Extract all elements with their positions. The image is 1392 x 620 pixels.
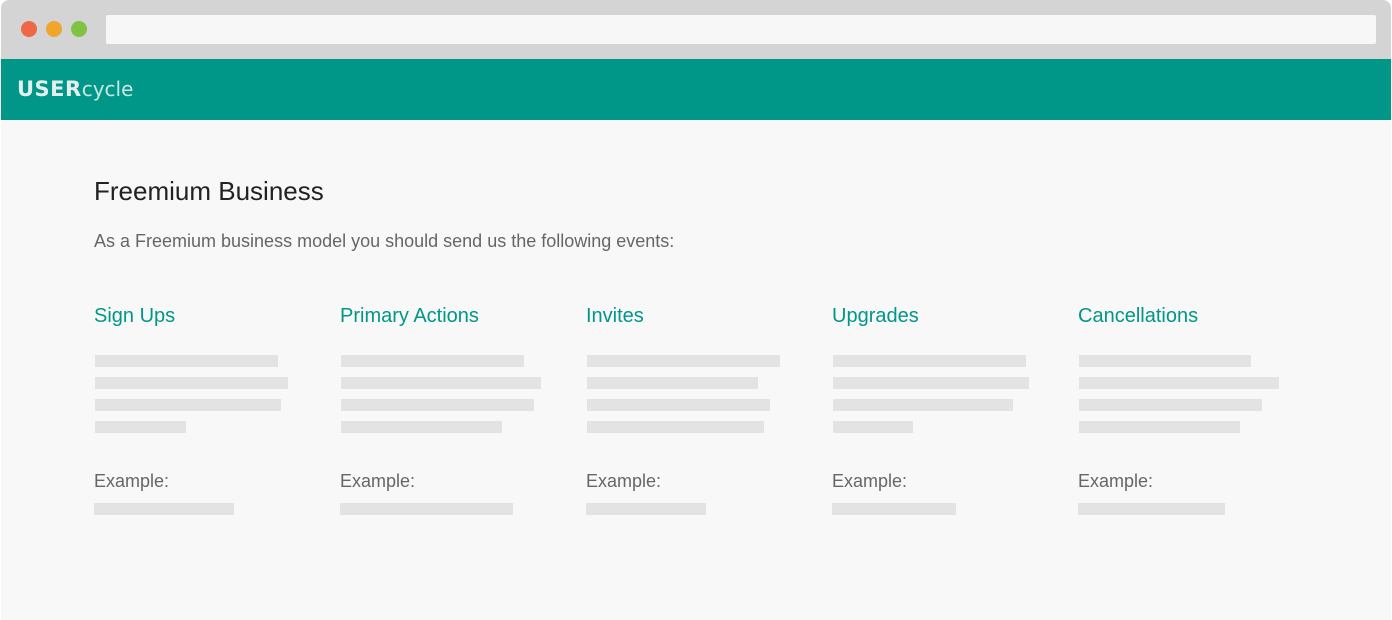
example-label: Example: [340,471,416,491]
placeholder-line [95,377,288,389]
placeholder-line [95,421,186,433]
placeholder-line [1079,377,1279,389]
event-heading-sign-ups[interactable]: Sign Ups [94,305,175,328]
browser-window: USERcycle Freemium Business As a Freemiu… [1,0,1391,620]
placeholder-line [341,421,502,433]
example-placeholder [832,503,956,515]
placeholder-line [587,399,770,411]
placeholder-line [587,355,780,367]
placeholder-line [341,399,534,411]
app-header: USERcycle [1,59,1391,120]
placeholder-line [95,399,281,411]
placeholder-line [587,421,764,433]
event-heading-invites[interactable]: Invites [586,305,644,328]
close-window-icon[interactable] [21,21,37,37]
event-heading-upgrades[interactable]: Upgrades [832,305,919,328]
placeholder-line [833,355,1026,367]
usercycle-logo[interactable]: USERcycle [17,74,133,104]
example-placeholder [340,503,513,515]
example-placeholder [586,503,706,515]
placeholder-line [833,421,913,433]
event-heading-primary-actions[interactable]: Primary Actions [340,305,479,328]
placeholder-line [95,355,278,367]
placeholder-line [587,377,758,389]
placeholder-line [833,399,1013,411]
example-label: Example: [94,471,170,491]
main-content: Freemium Business As a Freemium business… [1,120,1391,620]
browser-chrome [1,0,1391,59]
address-bar[interactable] [106,15,1376,44]
logo-light-text: cycle [81,77,134,101]
event-column-upgrades: Upgrades Example: [832,305,1052,545]
example-label: Example: [832,471,908,491]
event-column-invites: Invites Example: [586,305,806,545]
example-placeholder [1078,503,1225,515]
event-column-primary-actions: Primary Actions Example: [340,305,560,545]
placeholder-line [1079,399,1262,411]
event-heading-cancellations[interactable]: Cancellations [1078,305,1198,328]
logo-bold-text: USER [17,77,82,101]
event-column-sign-ups: Sign Ups Example: [94,305,314,545]
placeholder-line [1079,421,1240,433]
maximize-window-icon[interactable] [71,21,87,37]
placeholder-line [1079,355,1251,367]
example-label: Example: [586,471,662,491]
example-placeholder [94,503,234,515]
minimize-window-icon[interactable] [46,21,62,37]
page-title: Freemium Business [94,176,324,206]
example-label: Example: [1078,471,1154,491]
page-subtitle: As a Freemium business model you should … [94,231,675,251]
placeholder-line [833,377,1029,389]
event-column-cancellations: Cancellations Example: [1078,305,1298,545]
placeholder-line [341,377,541,389]
placeholder-line [341,355,524,367]
